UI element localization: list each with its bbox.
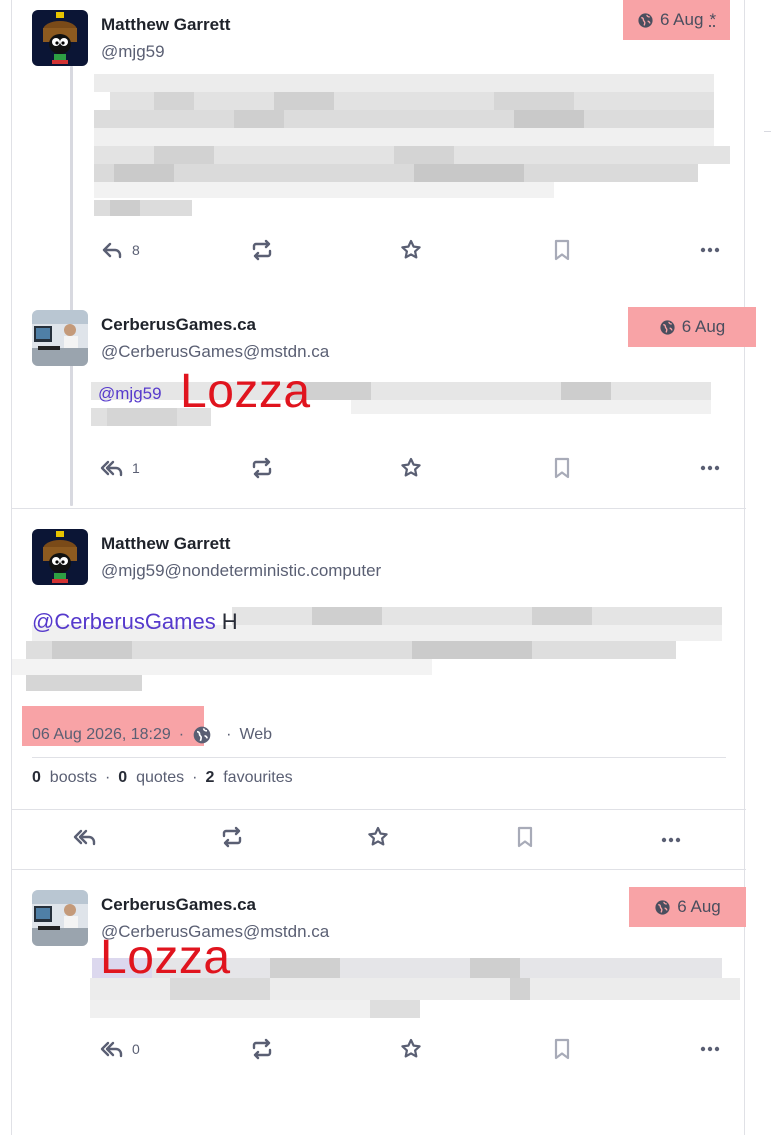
bookmark-button[interactable] (513, 825, 537, 849)
more-button[interactable] (659, 828, 683, 852)
reply-all-button[interactable] (73, 825, 97, 849)
reply-all-icon (73, 829, 96, 846)
favourites-link[interactable]: 2 favourites (205, 769, 292, 787)
reply-count: 0 (132, 1041, 140, 1057)
boost-icon (252, 239, 272, 261)
favourite-button[interactable] (366, 825, 390, 849)
bookmark-icon (554, 1038, 570, 1060)
more-icon (661, 837, 681, 843)
globe-icon (660, 319, 675, 335)
avatar[interactable] (32, 10, 88, 66)
status-stats: 0 boosts · 0 quotes · 2 favourites (32, 769, 293, 787)
author-name[interactable]: Matthew Garrett (101, 534, 230, 554)
datetime-link[interactable]: 06 Aug 2026, 18:29 (32, 726, 171, 744)
reply-count: 1 (132, 460, 140, 476)
reply-count: 8 (132, 242, 140, 258)
timestamp-label: 6 Aug (659, 10, 704, 29)
author-handle[interactable]: @mjg59 (101, 42, 165, 62)
timestamp-label: 6 Aug (677, 897, 721, 916)
separator: · (226, 726, 232, 743)
author-handle[interactable]: @CerberusGames@mstdn.ca (101, 342, 329, 362)
star-icon (401, 1038, 421, 1058)
star-icon (401, 457, 421, 477)
author-name[interactable]: CerberusGames.ca (101, 315, 256, 335)
avatar[interactable] (32, 529, 88, 585)
bookmark-button[interactable] (550, 238, 574, 262)
scrollbar-tick (764, 131, 771, 132)
separator: · (104, 769, 111, 786)
avatar[interactable] (32, 890, 88, 946)
boosts-link[interactable]: 0 boosts (32, 769, 97, 787)
status-meta: 06 Aug 2026, 18:29 · · Web (32, 725, 272, 745)
status-content: @CerberusGames H (32, 609, 238, 635)
author-handle[interactable]: @mjg59@nondeterministic.computer (101, 561, 381, 581)
favourite-button[interactable] (399, 1037, 423, 1061)
bookmark-icon (517, 826, 533, 848)
status-cerberusgames[interactable]: CerberusGames.ca @CerberusGames@mstdn.ca… (12, 290, 756, 508)
timestamp-link[interactable]: 6 Aug * (623, 0, 730, 40)
separator: · (178, 726, 185, 743)
author-name[interactable]: Matthew Garrett (101, 15, 230, 35)
divider (32, 757, 726, 758)
timestamp-label: 6 Aug (681, 317, 726, 336)
reply-icon (102, 242, 122, 259)
reply-all-button[interactable]: 0 (100, 1037, 140, 1061)
star-icon (401, 239, 421, 259)
boost-button[interactable] (250, 1037, 274, 1061)
globe-icon (655, 899, 670, 915)
author-name[interactable]: CerberusGames.ca (101, 895, 256, 915)
divider (12, 809, 746, 810)
status-matthew-garrett[interactable]: Matthew Garrett @mjg59 6 Aug * 8 (12, 0, 746, 290)
more-button[interactable] (698, 456, 722, 480)
bookmark-button[interactable] (550, 456, 574, 480)
bookmark-button[interactable] (550, 1037, 574, 1061)
redacted-content (94, 74, 734, 219)
favourites-label: favourites (223, 769, 293, 786)
reply-button[interactable]: 8 (100, 238, 140, 262)
mention-link[interactable]: @CerberusGames (32, 609, 216, 634)
bookmark-icon (554, 239, 570, 261)
timeline-column: Matthew Garrett @mjg59 6 Aug * 8 Cerberu… (11, 0, 756, 1135)
more-icon (700, 247, 720, 253)
globe-icon (193, 726, 211, 744)
globe-icon (638, 12, 653, 28)
client-name: Web (239, 726, 273, 743)
more-button[interactable] (698, 238, 722, 262)
content-tail: H (221, 609, 238, 634)
reply-all-icon (100, 1041, 123, 1058)
more-button[interactable] (698, 1037, 722, 1061)
quotes-label: quotes (136, 769, 185, 786)
boost-icon (252, 1038, 272, 1060)
boost-button[interactable] (250, 238, 274, 262)
reply-all-button[interactable]: 1 (100, 456, 140, 480)
more-icon (700, 465, 720, 471)
status-cerberusgames-reply[interactable]: CerberusGames.ca @CerberusGames@mstdn.ca… (12, 870, 746, 1135)
reply-all-icon (100, 460, 123, 477)
boost-button[interactable] (220, 825, 244, 849)
favourite-button[interactable] (399, 456, 423, 480)
edited-mark[interactable]: * (709, 10, 716, 30)
boost-button[interactable] (250, 456, 274, 480)
overlay-annotation: Lozza (100, 931, 231, 984)
mention-link[interactable]: @mjg59 (98, 384, 162, 404)
quotes-link[interactable]: 0 quotes (118, 769, 184, 787)
quotes-count: 0 (118, 769, 128, 786)
boosts-label: boosts (49, 769, 97, 786)
favourite-button[interactable] (399, 238, 423, 262)
boost-icon (252, 457, 272, 479)
timestamp-link[interactable]: 6 Aug (628, 307, 756, 347)
focused-status: Matthew Garrett @mjg59@nondeterministic.… (12, 509, 746, 809)
more-icon (700, 1046, 720, 1052)
boost-icon (222, 826, 242, 848)
overlay-annotation: Lozza (180, 365, 311, 418)
bookmark-icon (554, 457, 570, 479)
boosts-count: 0 (32, 769, 41, 786)
favourites-count: 2 (205, 769, 215, 786)
separator: · (192, 769, 198, 786)
timestamp-link[interactable]: 6 Aug (629, 887, 746, 927)
avatar[interactable] (32, 310, 88, 366)
star-icon (368, 826, 388, 846)
